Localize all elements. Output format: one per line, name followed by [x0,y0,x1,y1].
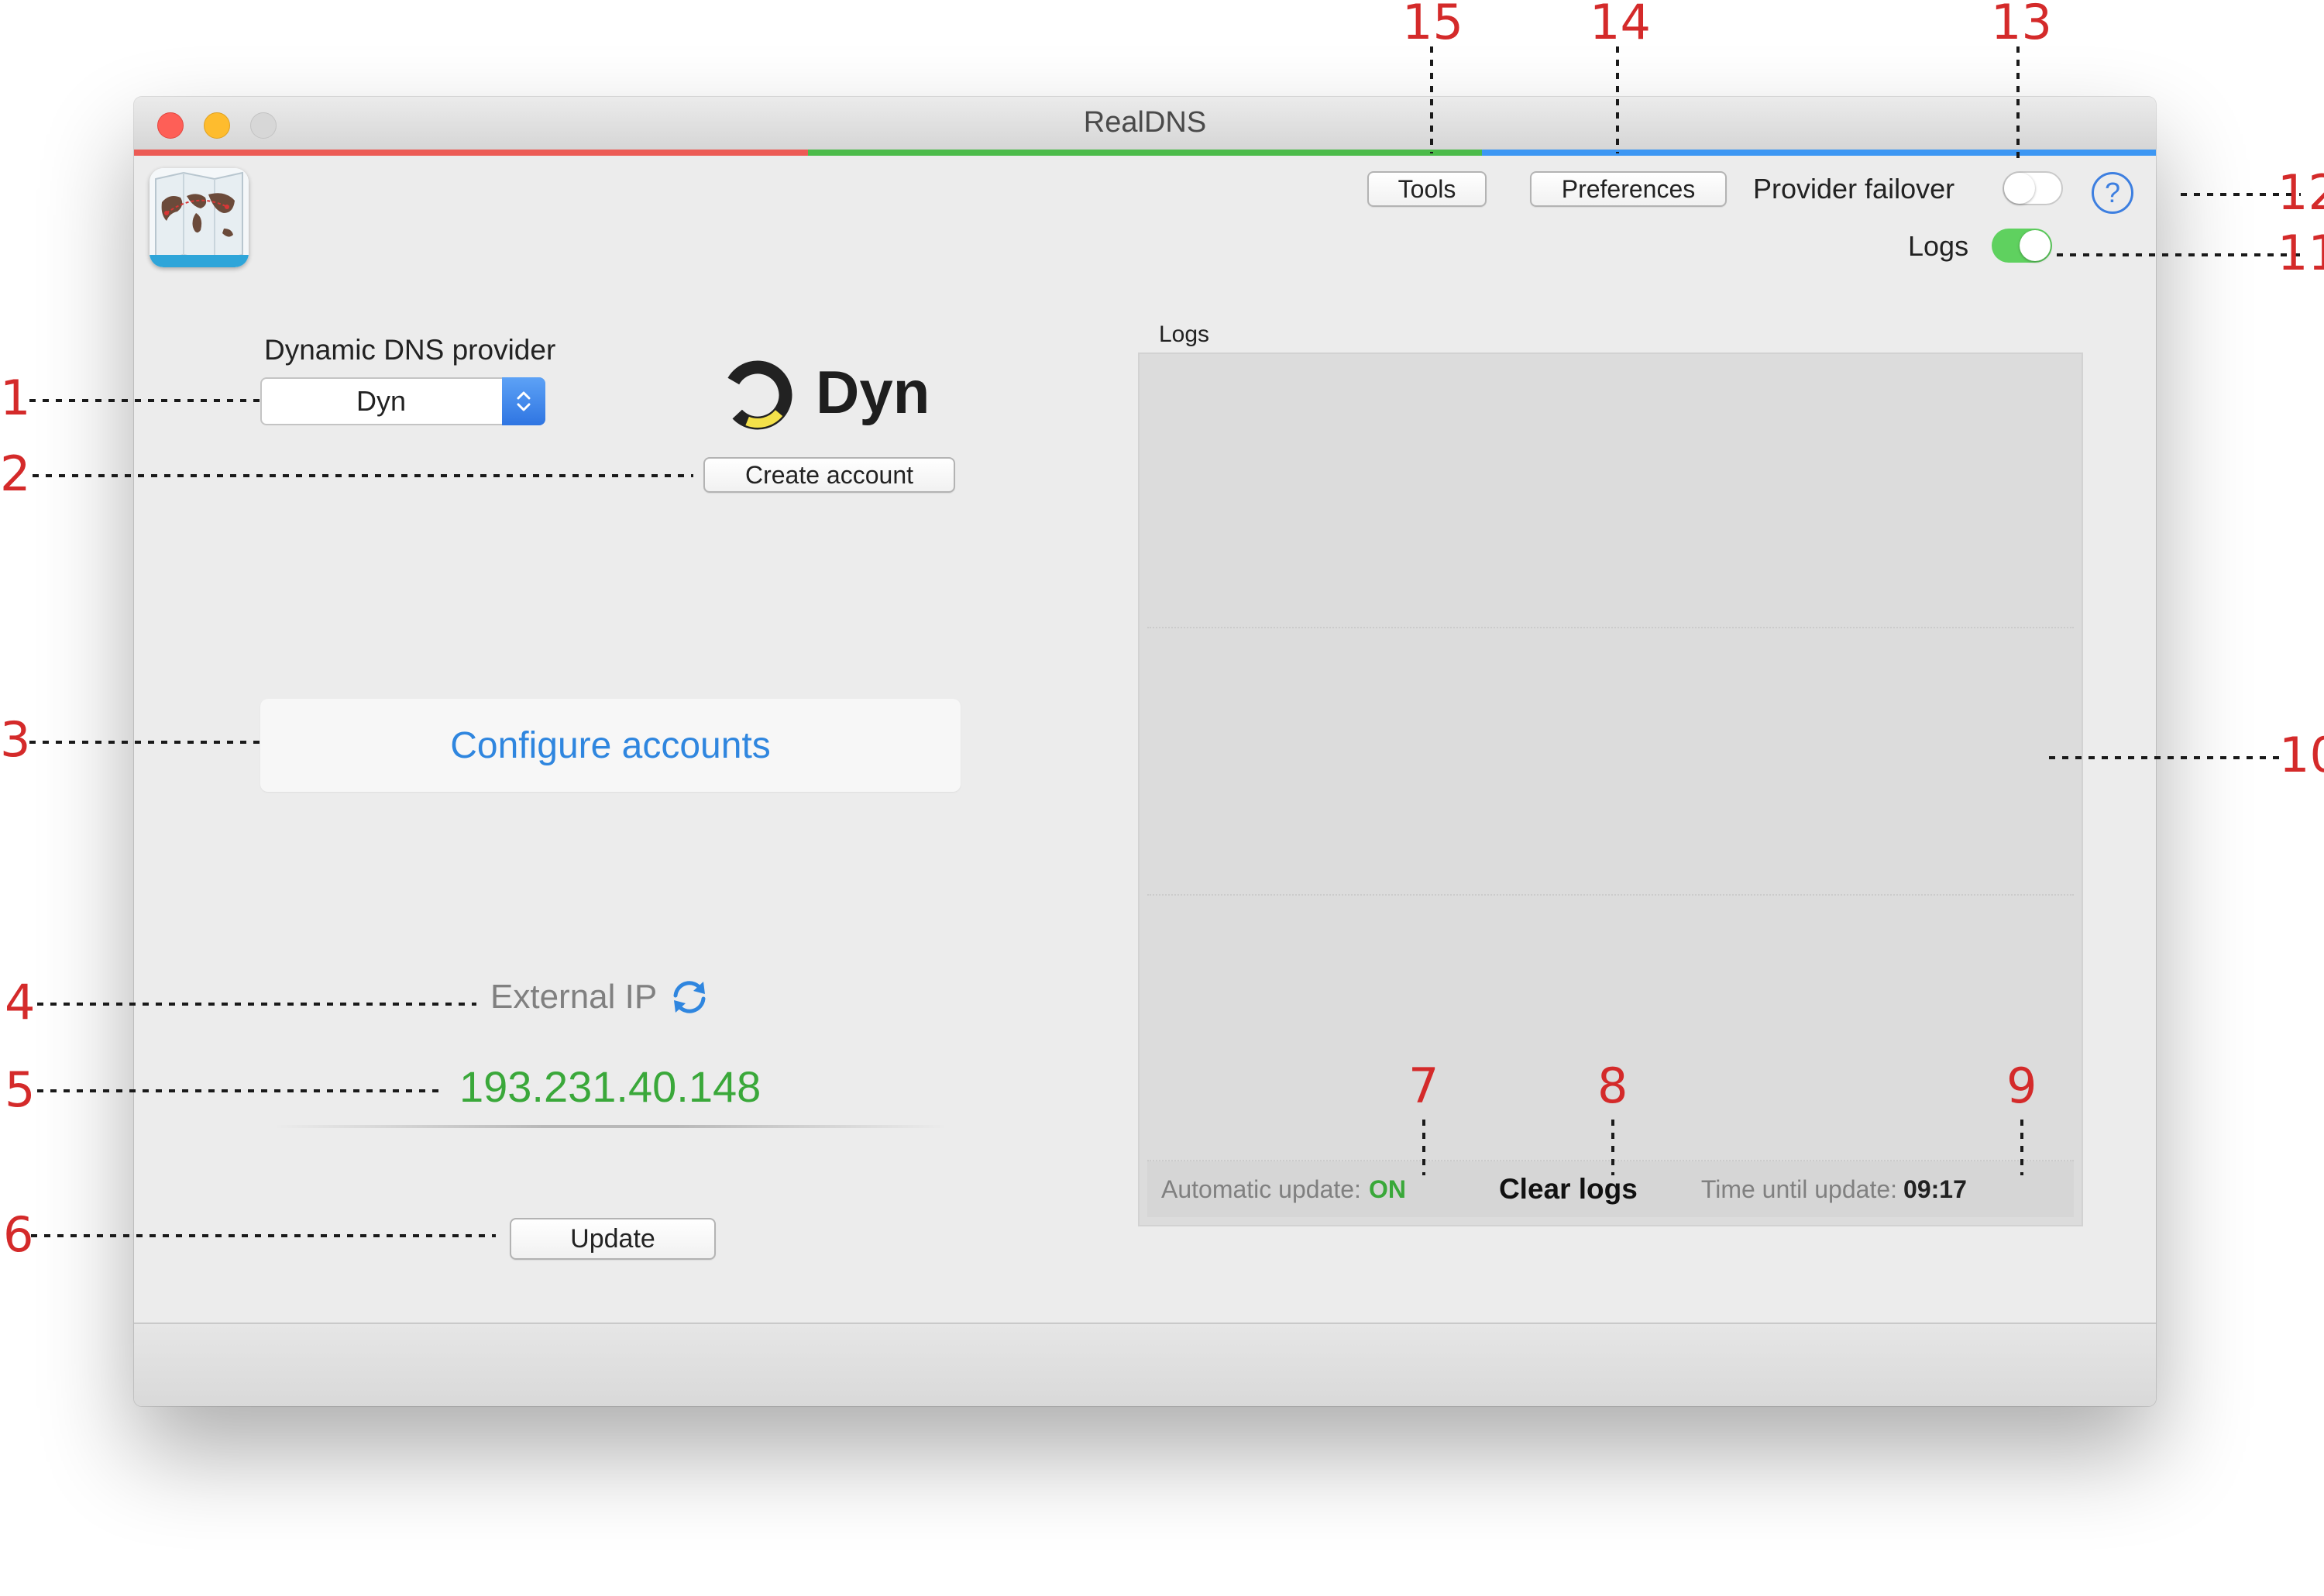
window-title: RealDNS [1083,106,1207,139]
external-ip-value: 193.231.40.148 [459,1062,761,1111]
automatic-update-label: Automatic update: [1161,1175,1361,1203]
ip-divider [273,1125,947,1128]
external-ip-row: External IP [490,972,711,1022]
window-bottom-bar [134,1323,2156,1406]
dynamic-dns-provider-label: Dynamic DNS provider [264,334,556,366]
annotation-number-14: 14 [1590,0,1651,50]
logs-panel[interactable]: Automatic update: ON Clear logs Time unt… [1138,353,2083,1226]
dyn-logo-text: Dyn [816,358,930,426]
external-ip-label: External IP [490,978,658,1016]
annotation-number-13: 13 [1991,0,2052,50]
provider-select[interactable]: Dyn [260,377,545,425]
create-account-button[interactable]: Create account [703,457,955,493]
annotation-number-2: 2 [0,445,31,502]
annotation-number-11: 11 [2278,225,2324,281]
update-button[interactable]: Update [510,1218,716,1260]
provider-failover-switch[interactable] [2003,171,2063,205]
annotation-number-3: 3 [0,711,31,768]
annotation-number-12: 12 [2278,164,2324,221]
annotation-number-1: 1 [0,370,31,426]
provider-select-value: Dyn [356,385,407,417]
time-until-update-value: 09:17 [1903,1175,1967,1203]
automatic-update-status[interactable]: ON [1369,1175,1406,1204]
title-bar[interactable]: RealDNS [134,97,2156,150]
app-window: RealDNS Tools Preferences Provider failo… [134,97,2156,1406]
annotation-number-5: 5 [5,1061,36,1118]
provider-failover-label: Provider failover [1753,173,1955,205]
time-until-update-label: Time until update: [1700,1175,1898,1203]
annotation-number-15: 15 [1402,0,1463,50]
annotation-number-6: 6 [3,1206,34,1263]
question-mark-circle-icon[interactable]: ? [2092,172,2133,214]
annotation-number-10: 10 [2279,727,2324,783]
logs-panel-title: Logs [1159,322,1210,347]
dyn-logo-icon [717,353,810,438]
clear-logs-button[interactable]: Clear logs [1499,1173,1638,1206]
logs-switch[interactable] [1992,229,2052,263]
configure-accounts-button[interactable]: Configure accounts [260,699,961,792]
logs-toggle-label: Logs [1908,230,1969,262]
tools-button[interactable]: Tools [1367,171,1487,207]
annotation-number-4: 4 [5,974,36,1030]
preferences-button[interactable]: Preferences [1530,171,1727,207]
status-color-bar [134,150,2156,156]
world-map-icon [150,168,249,267]
refresh-icon[interactable] [668,975,711,1019]
logs-footer: Automatic update: ON Clear logs Time unt… [1147,1161,2074,1217]
chevron-up-down-icon [502,377,545,425]
